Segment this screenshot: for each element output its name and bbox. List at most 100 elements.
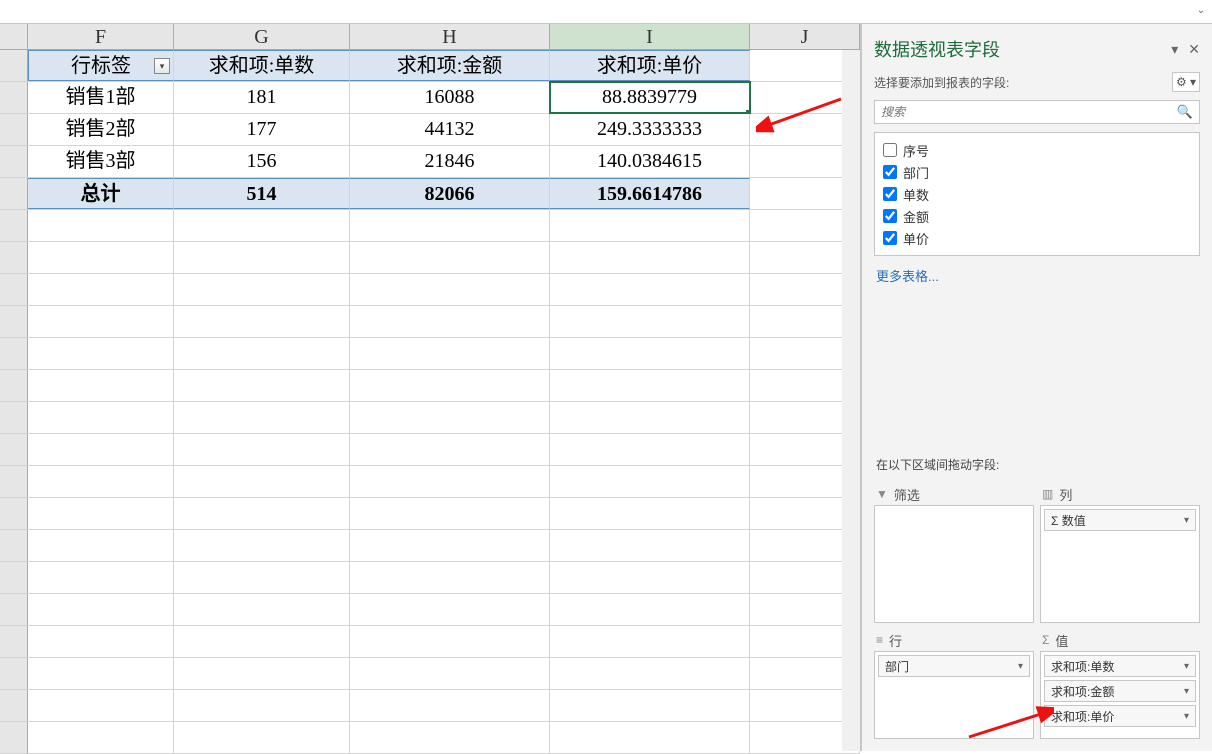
empty-cell[interactable] <box>550 434 750 465</box>
area-chip[interactable]: 求和项:单数▾ <box>1044 655 1196 677</box>
empty-cell[interactable] <box>350 690 550 721</box>
pivot-cell[interactable]: 249.3333333 <box>550 114 750 145</box>
chevron-down-icon[interactable]: ▾ <box>1184 515 1189 526</box>
pivot-cell[interactable]: 21846 <box>350 146 550 177</box>
gear-icon[interactable]: ⚙ ▾ <box>1172 72 1200 92</box>
area-values[interactable]: Σ值 求和项:单数▾ 求和项:金额▾ 求和项:单价▾ <box>1040 629 1200 739</box>
empty-cell[interactable] <box>28 434 174 465</box>
pivot-row-label[interactable]: 销售2部 <box>28 114 174 145</box>
row-header[interactable] <box>0 562 28 593</box>
pivot-cell[interactable]: 156 <box>174 146 350 177</box>
row-header[interactable] <box>0 338 28 369</box>
area-filter-body[interactable] <box>874 505 1034 623</box>
empty-cell[interactable] <box>550 466 750 497</box>
chevron-down-icon[interactable]: ▾ <box>1184 711 1189 722</box>
empty-cell[interactable] <box>174 594 350 625</box>
selected-cell[interactable]: 88.8839779 <box>550 82 750 113</box>
row-header[interactable] <box>0 274 28 305</box>
empty-cell[interactable] <box>28 530 174 561</box>
pivot-row-label[interactable]: 销售3部 <box>28 146 174 177</box>
field-item[interactable]: 部门 <box>883 161 1191 183</box>
row-header[interactable] <box>0 306 28 337</box>
row-header[interactable] <box>0 466 28 497</box>
empty-cell[interactable] <box>350 338 550 369</box>
field-checkbox[interactable] <box>883 165 897 179</box>
pivot-cell[interactable]: 44132 <box>350 114 550 145</box>
empty-cell[interactable] <box>550 210 750 241</box>
empty-cell[interactable] <box>550 626 750 657</box>
formula-expand-icon[interactable]: ⌄ <box>1194 4 1208 18</box>
area-columns-body[interactable]: Σ 数值▾ <box>1040 505 1200 623</box>
empty-cell[interactable] <box>350 722 550 753</box>
area-filter[interactable]: ▼筛选 <box>874 483 1034 623</box>
vertical-scrollbar[interactable] <box>842 50 860 751</box>
empty-cell[interactable] <box>550 722 750 753</box>
empty-cell[interactable] <box>174 658 350 689</box>
empty-cell[interactable] <box>28 210 174 241</box>
empty-cell[interactable] <box>28 594 174 625</box>
row-header[interactable] <box>0 658 28 689</box>
empty-cell[interactable] <box>550 498 750 529</box>
pivot-col-g-header[interactable]: 求和项:单数 <box>174 50 350 81</box>
row-header[interactable] <box>0 210 28 241</box>
empty-cell[interactable] <box>174 338 350 369</box>
pivot-cell[interactable]: 140.0384615 <box>550 146 750 177</box>
empty-cell[interactable] <box>350 370 550 401</box>
row-header[interactable] <box>0 626 28 657</box>
empty-cell[interactable] <box>350 210 550 241</box>
field-checkbox[interactable] <box>883 209 897 223</box>
empty-cell[interactable] <box>174 690 350 721</box>
search-icon[interactable]: 🔍 <box>1177 104 1193 120</box>
empty-cell[interactable] <box>174 466 350 497</box>
col-header-G[interactable]: G <box>174 24 350 49</box>
empty-cell[interactable] <box>28 402 174 433</box>
empty-cell[interactable] <box>350 498 550 529</box>
field-checkbox[interactable] <box>883 187 897 201</box>
row-header[interactable] <box>0 114 28 145</box>
empty-cell[interactable] <box>550 306 750 337</box>
empty-cell[interactable] <box>174 370 350 401</box>
chevron-down-icon[interactable]: ▾ <box>1184 686 1189 697</box>
area-chip[interactable]: Σ 数值▾ <box>1044 509 1196 531</box>
pivot-total-label[interactable]: 总计 <box>28 178 174 209</box>
pivot-cell[interactable]: 181 <box>174 82 350 113</box>
row-header[interactable] <box>0 498 28 529</box>
empty-cell[interactable] <box>28 338 174 369</box>
row-header[interactable] <box>0 690 28 721</box>
empty-cell[interactable] <box>28 306 174 337</box>
row-header[interactable] <box>0 402 28 433</box>
row-filter-dropdown-icon[interactable]: ▾ <box>154 58 170 74</box>
col-header-F[interactable]: F <box>28 24 174 49</box>
field-search-input[interactable] <box>881 105 1177 119</box>
select-all-corner[interactable] <box>0 24 28 49</box>
empty-cell[interactable] <box>174 402 350 433</box>
empty-cell[interactable] <box>550 658 750 689</box>
chevron-down-icon[interactable]: ▾ <box>1184 661 1189 672</box>
empty-cell[interactable] <box>350 306 550 337</box>
pivot-col-h-header[interactable]: 求和项:金额 <box>350 50 550 81</box>
row-header[interactable] <box>0 82 28 113</box>
pivot-cell[interactable]: 177 <box>174 114 350 145</box>
empty-cell[interactable] <box>174 562 350 593</box>
row-header[interactable] <box>0 50 28 81</box>
field-item[interactable]: 单数 <box>883 183 1191 205</box>
more-tables-link[interactable]: 更多表格... <box>862 256 1212 295</box>
area-chip[interactable]: 部门▾ <box>878 655 1030 677</box>
pivot-total-cell[interactable]: 159.6614786 <box>550 178 750 209</box>
area-chip[interactable]: 求和项:金额▾ <box>1044 680 1196 702</box>
row-header[interactable] <box>0 594 28 625</box>
field-item[interactable]: 序号 <box>883 139 1191 161</box>
pivot-total-cell[interactable]: 514 <box>174 178 350 209</box>
empty-cell[interactable] <box>28 466 174 497</box>
empty-cell[interactable] <box>174 242 350 273</box>
row-header[interactable] <box>0 242 28 273</box>
row-header[interactable] <box>0 178 28 209</box>
area-chip[interactable]: 求和项:单价▾ <box>1044 705 1196 727</box>
empty-cell[interactable] <box>350 242 550 273</box>
empty-cell[interactable] <box>550 594 750 625</box>
chevron-down-icon[interactable]: ▾ <box>1018 661 1023 672</box>
empty-cell[interactable] <box>550 242 750 273</box>
field-checkbox[interactable] <box>883 143 897 157</box>
col-header-H[interactable]: H <box>350 24 550 49</box>
pane-menu-icon[interactable]: ▾ <box>1171 41 1178 58</box>
